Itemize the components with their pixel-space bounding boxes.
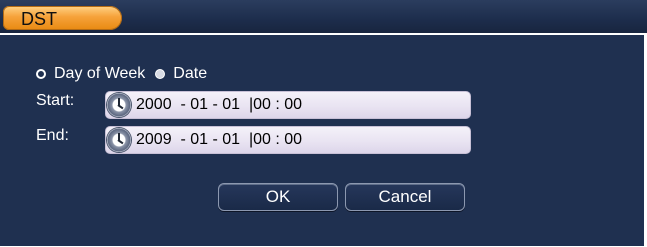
clock-icon[interactable]: [107, 93, 131, 117]
start-datetime-value[interactable]: 2000 - 01 - 01 |00 : 00: [136, 96, 302, 114]
date-label[interactable]: Date: [173, 65, 207, 83]
end-datetime-value[interactable]: 2009 - 01 - 01 |00 : 00: [136, 131, 302, 149]
date-radio[interactable]: [155, 69, 166, 79]
dialog-title: DST: [21, 9, 57, 29]
dialog-body: Day of Week Date Start: 2000 - 01 - 01 |…: [0, 33, 647, 246]
day-of-week-label[interactable]: Day of Week: [54, 65, 145, 83]
end-datetime-field[interactable]: 2009 - 01 - 01 |00 : 00: [105, 126, 471, 154]
title-tab: DST: [3, 6, 122, 30]
cancel-button[interactable]: Cancel: [345, 183, 465, 211]
start-datetime-field[interactable]: 2000 - 01 - 01 |00 : 00: [105, 91, 471, 119]
dst-dialog: DST Day of Week Date Start: 2000 - 01 - …: [0, 0, 647, 247]
title-bar: DST: [0, 0, 647, 33]
start-label: Start:: [36, 92, 75, 109]
day-of-week-radio[interactable]: [36, 69, 46, 79]
end-label: End:: [36, 127, 69, 144]
clock-icon[interactable]: [107, 128, 131, 152]
ok-button[interactable]: OK: [218, 183, 338, 211]
dst-mode-selector: Day of Week Date: [36, 64, 207, 84]
divider: [0, 33, 644, 35]
